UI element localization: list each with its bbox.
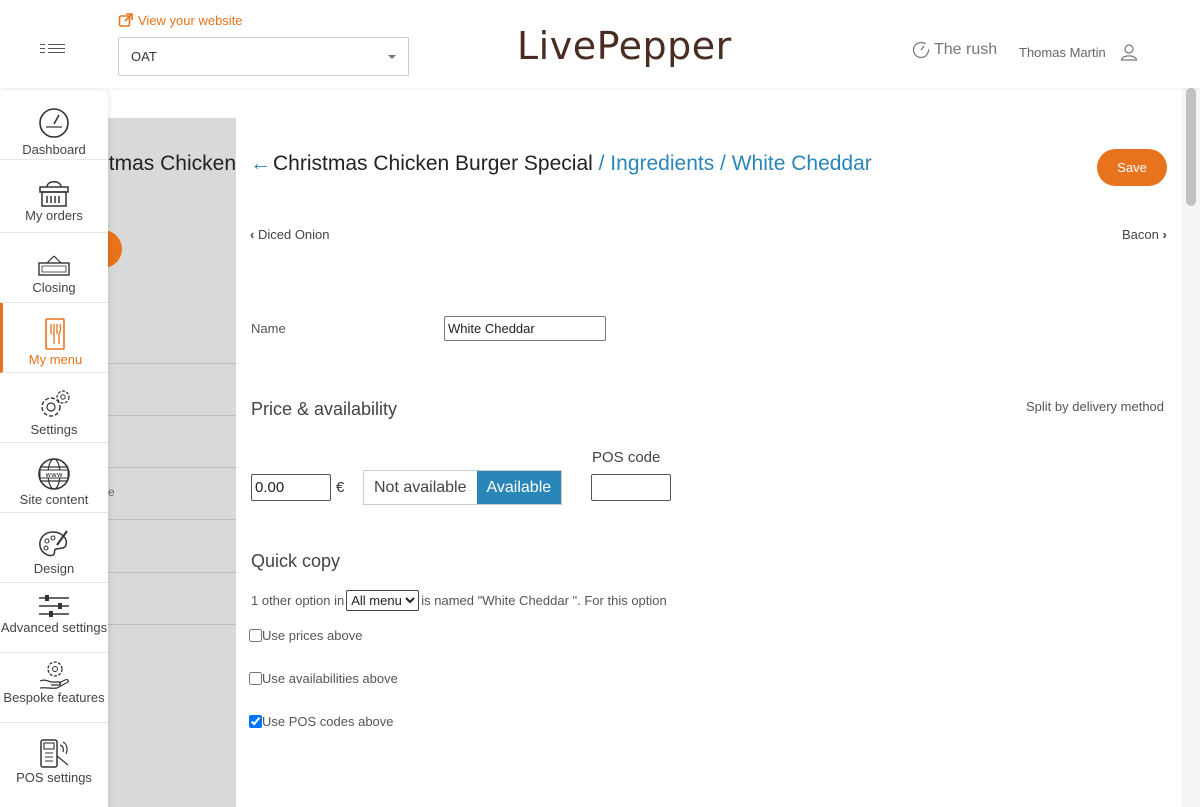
- gauge-icon: [39, 108, 69, 138]
- view-website-label: View your website: [138, 12, 243, 28]
- livepepper-logo: LivePepper: [517, 24, 732, 68]
- breadcrumb-path[interactable]: / Ingredients / White Cheddar: [593, 152, 872, 175]
- split-by-delivery-link[interactable]: Split by delivery method: [1026, 399, 1164, 414]
- pos-code-label: POS code: [592, 449, 661, 466]
- basket-icon: [39, 181, 69, 207]
- sidebar: Dashboard My orders Closing My menu Sett…: [0, 90, 108, 807]
- the-rush-link[interactable]: The rush: [912, 41, 997, 59]
- sidebar-item-advanced-settings[interactable]: Advanced settings: [0, 583, 108, 653]
- quick-copy-scope-select[interactable]: All menu: [346, 590, 420, 611]
- save-button[interactable]: Save: [1097, 149, 1167, 186]
- quick-copy-heading: Quick copy: [251, 551, 341, 571]
- scrollbar-thumb[interactable]: [1186, 88, 1196, 206]
- closed-sign-icon: [38, 255, 70, 276]
- price-input[interactable]: [251, 474, 331, 501]
- sidebar-item-pos-settings[interactable]: POS settings: [0, 723, 108, 793]
- breadcrumb-dish: Christmas Chicken Burger Special: [273, 152, 593, 175]
- chevron-down-icon: [388, 55, 396, 59]
- use-availabilities-label: Use availabilities above: [262, 671, 398, 686]
- sidebar-item-my-menu[interactable]: My menu: [0, 303, 108, 373]
- availability-toggle: Not available Available: [363, 470, 563, 505]
- use-availabilities-checkbox[interactable]: [249, 672, 262, 685]
- quick-copy-suffix: is named "White Cheddar ". For this opti…: [421, 593, 667, 608]
- background-divider: [108, 363, 236, 364]
- chevron-right-icon: ›: [1162, 227, 1167, 242]
- use-pos-codes-checkbox[interactable]: [249, 715, 262, 728]
- sidebar-item-label: Design: [33, 561, 75, 576]
- previous-ingredient-link[interactable]: ‹ Diced Onion: [250, 227, 330, 242]
- use-availabilities-checkbox-row[interactable]: Use availabilities above: [249, 671, 398, 686]
- sidebar-item-settings[interactable]: Settings: [0, 373, 108, 443]
- available-option[interactable]: Available: [476, 471, 562, 504]
- site-select[interactable]: OAT: [118, 37, 409, 76]
- sidebar-item-label: Closing: [32, 280, 76, 295]
- user-icon: [1120, 44, 1137, 61]
- background-divider: [108, 415, 236, 416]
- sidebar-item-label: Advanced settings: [0, 620, 108, 635]
- sidebar-item-dashboard[interactable]: Dashboard: [0, 90, 108, 160]
- top-header: View your website OAT LivePepper The rus…: [0, 0, 1200, 88]
- background-divider: [108, 572, 236, 573]
- the-rush-label: The rush: [934, 41, 998, 58]
- svg-text:www: www: [45, 471, 62, 479]
- pos-terminal-icon: [40, 739, 69, 768]
- pos-code-input[interactable]: [591, 474, 671, 501]
- sidebar-item-closing[interactable]: Closing: [0, 233, 108, 303]
- sidebar-item-label: POS settings: [16, 770, 92, 785]
- use-prices-checkbox[interactable]: [249, 629, 262, 642]
- background-divider: [108, 519, 236, 520]
- external-link-icon: [118, 13, 133, 27]
- quick-copy-prefix: 1 other option in: [251, 593, 345, 608]
- name-label: Name: [251, 321, 286, 336]
- background-text-fragment: e: [108, 485, 115, 499]
- page-title: ←Christmas Chicken Burger Special / Ingr…: [250, 152, 872, 176]
- speedometer-icon: [912, 41, 930, 59]
- quick-copy-description: 1 other option in All menu is named "Whi…: [251, 590, 667, 611]
- user-name: Thomas Martin: [1019, 44, 1106, 60]
- user-menu[interactable]: Thomas Martin: [1019, 43, 1138, 61]
- page-scrollbar[interactable]: [1182, 88, 1200, 807]
- use-prices-checkbox-row[interactable]: Use prices above: [249, 628, 362, 643]
- sidebar-item-label: Dashboard: [22, 142, 86, 157]
- sidebar-item-label: Bespoke features: [3, 690, 105, 705]
- background-divider: [108, 624, 236, 625]
- background-page-overlay: Christmas Chicken e: [78, 118, 238, 807]
- background-page-title: Christmas Chicken: [108, 152, 236, 175]
- ingredient-edit-panel: ←Christmas Chicken Burger Special / Ingr…: [236, 118, 1182, 807]
- sidebar-item-label: My menu: [28, 352, 83, 367]
- chevron-left-icon: ‹: [250, 227, 255, 242]
- price-availability-heading: Price & availability: [251, 399, 398, 419]
- sidebar-item-label: Site content: [19, 492, 89, 507]
- sidebar-item-label: Settings: [30, 422, 78, 437]
- hamburger-icon[interactable]: [40, 40, 66, 56]
- sidebar-item-label: My orders: [25, 208, 83, 223]
- sidebar-item-site-content[interactable]: www Site content: [0, 443, 108, 513]
- next-ingredient-label: Bacon: [1122, 227, 1159, 242]
- currency-symbol: €: [336, 479, 345, 496]
- previous-ingredient-label: Diced Onion: [257, 227, 330, 242]
- site-select-value: OAT: [131, 49, 157, 64]
- globe-icon: www: [38, 458, 70, 490]
- hand-gear-icon: [39, 661, 69, 689]
- sidebar-item-bespoke-features[interactable]: Bespoke features: [0, 653, 108, 723]
- background-divider: [108, 467, 236, 468]
- sidebar-item-my-orders[interactable]: My orders: [0, 163, 108, 233]
- use-prices-label: Use prices above: [262, 628, 363, 643]
- use-pos-codes-checkbox-row[interactable]: Use POS codes above: [249, 714, 394, 729]
- next-ingredient-link[interactable]: Bacon ›: [1122, 227, 1167, 242]
- sliders-icon: [39, 595, 69, 617]
- name-input[interactable]: [444, 316, 606, 341]
- use-pos-codes-label: Use POS codes above: [262, 714, 394, 729]
- gear-icon: [41, 390, 70, 417]
- palette-icon: [39, 530, 68, 557]
- back-arrow-link[interactable]: ←: [250, 152, 271, 175]
- not-available-option[interactable]: Not available: [364, 471, 477, 504]
- menu-icon: [45, 318, 65, 350]
- sidebar-item-design[interactable]: Design: [0, 513, 108, 583]
- view-website-link[interactable]: View your website: [118, 12, 243, 28]
